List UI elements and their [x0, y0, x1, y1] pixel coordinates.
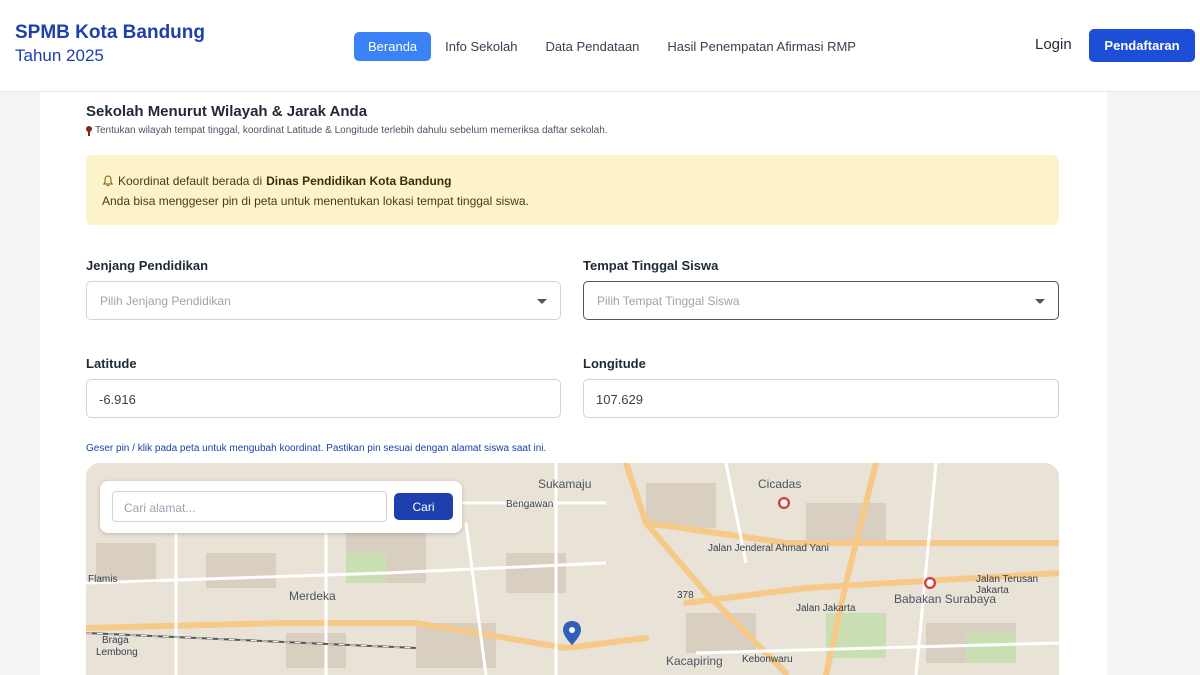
map-label-kebonwaru: Kebonwaru	[742, 654, 793, 665]
register-button[interactable]: Pendaftaran	[1089, 29, 1195, 62]
nav-hasil-penempatan[interactable]: Hasil Penempatan Afirmasi RMP	[653, 32, 870, 61]
map-search-panel: Cari alamat... Cari	[100, 481, 462, 533]
login-link[interactable]: Login	[1035, 36, 1072, 53]
bell-icon	[102, 175, 114, 187]
map-label-sukamaju: Sukamaju	[538, 477, 592, 491]
hospital-icon	[924, 577, 936, 589]
brand-title[interactable]: SPMB Kota Bandung	[15, 22, 205, 44]
map-label-merdeka: Merdeka	[289, 589, 336, 603]
map-label-kacapiring: Kacapiring	[666, 654, 723, 668]
jenjang-label: Jenjang Pendidikan	[86, 258, 209, 273]
section-description: Tentukan wilayah tempat tinggal, koordin…	[86, 125, 608, 136]
map-label-terusan: Jalan Terusan Jakarta	[976, 574, 1039, 596]
address-search-input[interactable]: Cari alamat...	[112, 491, 387, 522]
latitude-value: -6.916	[99, 392, 136, 407]
info-alert: Koordinat default berada di Dinas Pendid…	[86, 155, 1059, 225]
chevron-down-icon	[537, 299, 547, 304]
map-label-bengawan: Bengawan	[506, 499, 554, 510]
map-label-jalan-jakarta: Jalan Jakarta	[796, 603, 856, 614]
latitude-label: Latitude	[86, 356, 137, 371]
longitude-input[interactable]: 107.629	[583, 379, 1059, 418]
alert-line-2: Anda bisa menggeser pin di peta untuk me…	[102, 194, 529, 208]
tempat-placeholder: Pilih Tempat Tinggal Siswa	[597, 294, 740, 308]
tempat-select[interactable]: Pilih Tempat Tinggal Siswa	[583, 281, 1059, 320]
tempat-label: Tempat Tinggal Siswa	[583, 258, 719, 273]
map-label-road-378: 378	[677, 590, 694, 601]
search-button[interactable]: Cari	[394, 493, 453, 520]
alert-line-1: Koordinat default berada di Dinas Pendid…	[102, 174, 451, 188]
map-label-cicadas: Cicadas	[758, 477, 802, 491]
main-nav: Beranda Info Sekolah Data Pendataan Hasi…	[354, 32, 870, 61]
hospital-icon	[778, 497, 790, 509]
location-pin-icon	[86, 125, 92, 136]
top-header: SPMB Kota Bandung Tahun 2025 Beranda Inf…	[0, 0, 1200, 92]
section-title: Sekolah Menurut Wilayah & Jarak Anda	[86, 103, 368, 120]
nav-beranda[interactable]: Beranda	[354, 32, 432, 61]
chevron-down-icon	[1035, 299, 1045, 304]
map-label-lemberg: Lembong	[96, 647, 138, 658]
map-label-ahmad-yani: Jalan Jenderal Ahmad Yani	[708, 543, 829, 554]
longitude-value: 107.629	[596, 392, 643, 407]
alert-prefix: Koordinat default berada di	[118, 174, 263, 188]
map-label-flamis: Flamis	[88, 574, 118, 585]
map-label-braga: Braga	[102, 635, 129, 646]
map-hint: Geser pin / klik pada peta untuk menguba…	[86, 443, 547, 454]
alert-location: Dinas Pendidikan Kota Bandung	[266, 174, 452, 188]
brand-subtitle: Tahun 2025	[15, 46, 104, 65]
jenjang-placeholder: Pilih Jenjang Pendidikan	[100, 294, 231, 308]
longitude-label: Longitude	[583, 356, 646, 371]
jenjang-select[interactable]: Pilih Jenjang Pendidikan	[86, 281, 561, 320]
nav-data-pendataan[interactable]: Data Pendataan	[531, 32, 653, 61]
latitude-input[interactable]: -6.916	[86, 379, 561, 418]
section-description-text: Tentukan wilayah tempat tinggal, koordin…	[95, 125, 608, 136]
search-placeholder: Cari alamat...	[124, 501, 196, 515]
nav-info-sekolah[interactable]: Info Sekolah	[431, 32, 531, 61]
